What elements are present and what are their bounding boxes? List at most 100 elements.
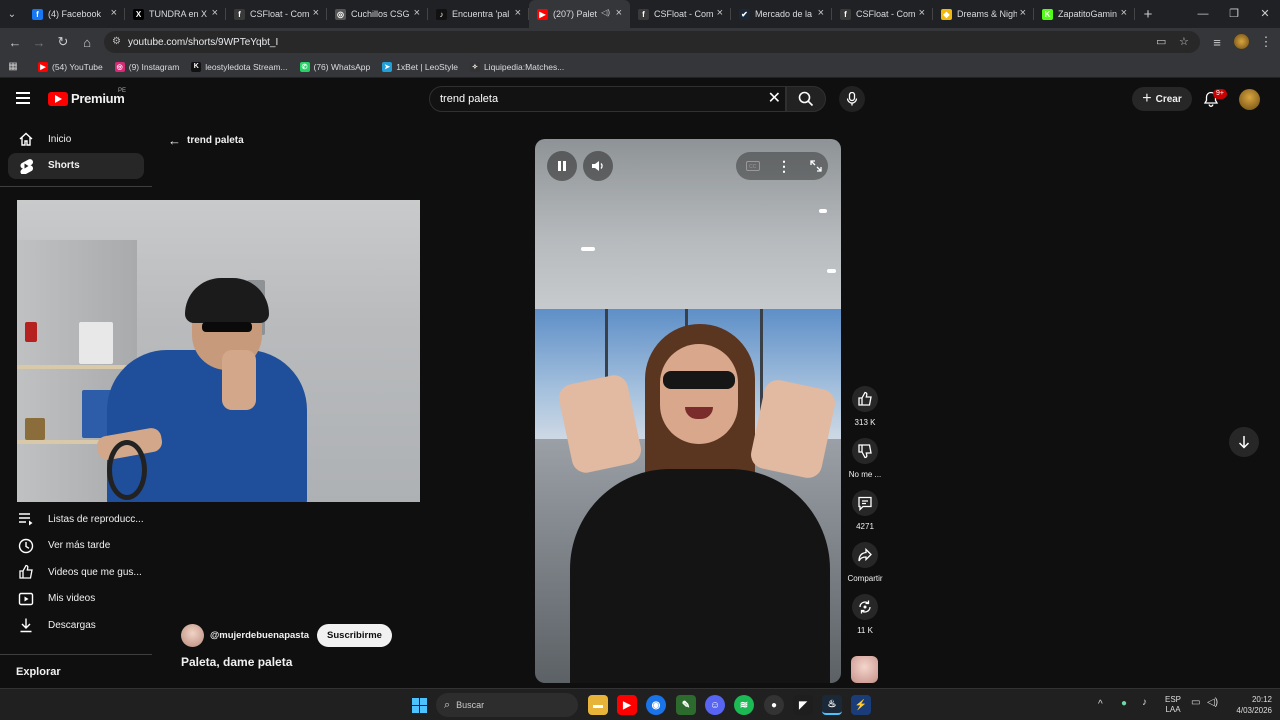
green-app-icon[interactable]: ✎: [676, 695, 696, 715]
action-share[interactable]: Compartir: [845, 542, 885, 583]
tray-mic-icon[interactable]: ♪: [1142, 697, 1147, 708]
bookmark-star-icon[interactable]: ☆: [1179, 35, 1189, 48]
sidebar-item-shorts[interactable]: Shorts: [8, 152, 144, 179]
shorts-video-player[interactable]: [535, 139, 841, 683]
channel-name[interactable]: @mujerdebuenapasta: [210, 630, 309, 641]
sidebar-item-home[interactable]: Inicio: [8, 126, 144, 152]
language-indicator[interactable]: ESP LAA: [1162, 695, 1184, 715]
youtube-app-icon[interactable]: ▶: [617, 695, 637, 715]
close-tab-icon[interactable]: ×: [818, 7, 824, 19]
close-tab-icon[interactable]: ×: [1020, 7, 1026, 19]
bookmark-item[interactable]: ◎ (9) Instagram: [114, 61, 179, 72]
audio-source-thumbnail[interactable]: [851, 656, 878, 683]
action-remix[interactable]: 11 K: [845, 594, 885, 635]
video-title[interactable]: Paleta, dame paleta: [181, 655, 292, 669]
volume-button[interactable]: [583, 151, 613, 181]
browser-tab[interactable]: X TUNDRA en X ×: [125, 0, 226, 28]
install-app-icon[interactable]: ▭: [1156, 35, 1166, 48]
bookmark-item[interactable]: ✧ Liquipedia:Matches...: [469, 61, 564, 72]
voice-search-button[interactable]: [839, 86, 865, 112]
new-tab-button[interactable]: +: [1135, 6, 1161, 23]
action-button[interactable]: [852, 594, 878, 620]
close-tab-icon[interactable]: ×: [919, 7, 925, 19]
close-tab-icon[interactable]: ×: [1121, 7, 1127, 19]
game-app-icon[interactable]: ⚡: [851, 695, 871, 715]
capcut-icon[interactable]: ◤: [793, 695, 813, 715]
tab-audio-icon[interactable]: ◁): [601, 8, 610, 17]
close-tab-icon[interactable]: ×: [414, 7, 420, 19]
more-options-icon[interactable]: ⋮: [773, 155, 795, 177]
file-explorer-icon[interactable]: ▬: [588, 695, 608, 715]
next-video-button[interactable]: [1229, 427, 1259, 457]
apps-grid-icon[interactable]: ▦: [0, 61, 26, 72]
browser-tab[interactable]: K ZapatitoGamin ×: [1034, 0, 1135, 28]
tray-app-icon[interactable]: ●: [1121, 698, 1127, 709]
close-tab-icon[interactable]: ×: [111, 7, 117, 19]
youtube-logo[interactable]: Premium PE: [48, 88, 126, 106]
channel-avatar[interactable]: [181, 624, 204, 647]
obs-icon[interactable]: ●: [764, 695, 784, 715]
close-tab-icon[interactable]: ×: [616, 7, 622, 19]
close-tab-icon[interactable]: ×: [313, 7, 319, 19]
browser-tab[interactable]: f (4) Facebook ×: [24, 0, 125, 28]
reload-icon[interactable]: ↻: [51, 30, 75, 54]
action-like[interactable]: 313 K: [845, 386, 885, 427]
tray-expand-icon[interactable]: ^: [1098, 699, 1103, 710]
media-control-icon[interactable]: ≡: [1205, 30, 1229, 54]
browser-tab[interactable]: ♪ Encuentra 'pal ×: [428, 0, 529, 28]
taskbar-search[interactable]: ⌕ Buscar: [436, 693, 578, 717]
profile-avatar[interactable]: [1234, 34, 1249, 49]
bookmark-item[interactable]: ➤ 1xBet | LeoStyle: [382, 61, 458, 72]
sidebar-item-video[interactable]: Mis videos: [8, 586, 144, 612]
close-tab-icon[interactable]: ×: [212, 7, 218, 19]
window-close-icon[interactable]: ✕: [1250, 0, 1280, 28]
minimize-icon[interactable]: —: [1188, 0, 1218, 28]
account-avatar[interactable]: [1239, 89, 1260, 110]
browser-tab[interactable]: f CSFloat - Com ×: [630, 0, 731, 28]
home-icon[interactable]: ⌂: [75, 30, 99, 54]
url-bar[interactable]: ⚙ youtube.com/shorts/9WPTeYqbt_I ▭ ☆: [104, 31, 1200, 53]
action-button[interactable]: [852, 490, 878, 516]
discord-icon[interactable]: ☺: [705, 695, 725, 715]
bookmark-item[interactable]: ▶ (54) YouTube: [38, 61, 103, 72]
site-info-icon[interactable]: ⚙: [112, 36, 121, 47]
sidebar-item-clock[interactable]: Ver más tarde: [8, 533, 144, 559]
clear-search-icon[interactable]: ✕: [768, 87, 781, 111]
bookmark-item[interactable]: ✆ (76) WhatsApp: [299, 61, 370, 72]
search-button[interactable]: [786, 86, 826, 112]
back-to-search[interactable]: ← trend paleta: [168, 133, 244, 148]
browser-tab[interactable]: ◎ Cuchillos CSG ×: [327, 0, 428, 28]
browser-tab[interactable]: f CSFloat - Com ×: [832, 0, 933, 28]
close-tab-icon[interactable]: ×: [515, 7, 521, 19]
sidebar-item-download[interactable]: Descargas: [8, 612, 144, 638]
create-button[interactable]: + Crear: [1132, 87, 1192, 111]
bookmark-item[interactable]: Kleostyledota Stream...: [191, 61, 288, 72]
steam-icon[interactable]: ♨: [822, 695, 842, 715]
close-tab-icon[interactable]: ×: [717, 7, 723, 19]
browser-tab[interactable]: ▶ (207) Palet ◁) ×: [529, 0, 630, 28]
network-icon[interactable]: ▭: [1191, 697, 1200, 708]
action-button[interactable]: [852, 438, 878, 464]
windows-start-icon[interactable]: [412, 698, 427, 713]
search-input[interactable]: trend paleta ✕: [429, 86, 786, 112]
action-button[interactable]: [852, 542, 878, 568]
sidebar-item-playlist[interactable]: Listas de reproducc...: [8, 506, 144, 532]
action-comment[interactable]: 4271: [845, 490, 885, 531]
action-dislike[interactable]: No me ...: [845, 438, 885, 479]
menu-icon[interactable]: [16, 92, 30, 107]
tab-search-chevron-icon[interactable]: ⌄: [0, 0, 24, 28]
browser-tab[interactable]: f CSFloat - Com ×: [226, 0, 327, 28]
back-arrow-icon[interactable]: ←: [3, 30, 27, 54]
pause-button[interactable]: [547, 151, 577, 181]
browser-tab[interactable]: ✔ Mercado de la ×: [731, 0, 832, 28]
speaker-icon[interactable]: ◁): [1207, 697, 1218, 708]
subscribe-button[interactable]: Suscribirme: [317, 624, 392, 647]
clock[interactable]: 20:12 4/03/2026: [1222, 694, 1272, 716]
captions-icon[interactable]: CC: [742, 155, 764, 177]
spotify-icon[interactable]: ≋: [734, 695, 754, 715]
chrome-icon[interactable]: ◉: [646, 695, 666, 715]
sidebar-item-like[interactable]: Videos que me gus...: [8, 559, 144, 585]
fullscreen-icon[interactable]: [805, 155, 827, 177]
action-button[interactable]: [852, 386, 878, 412]
restore-icon[interactable]: ❐: [1219, 0, 1249, 28]
